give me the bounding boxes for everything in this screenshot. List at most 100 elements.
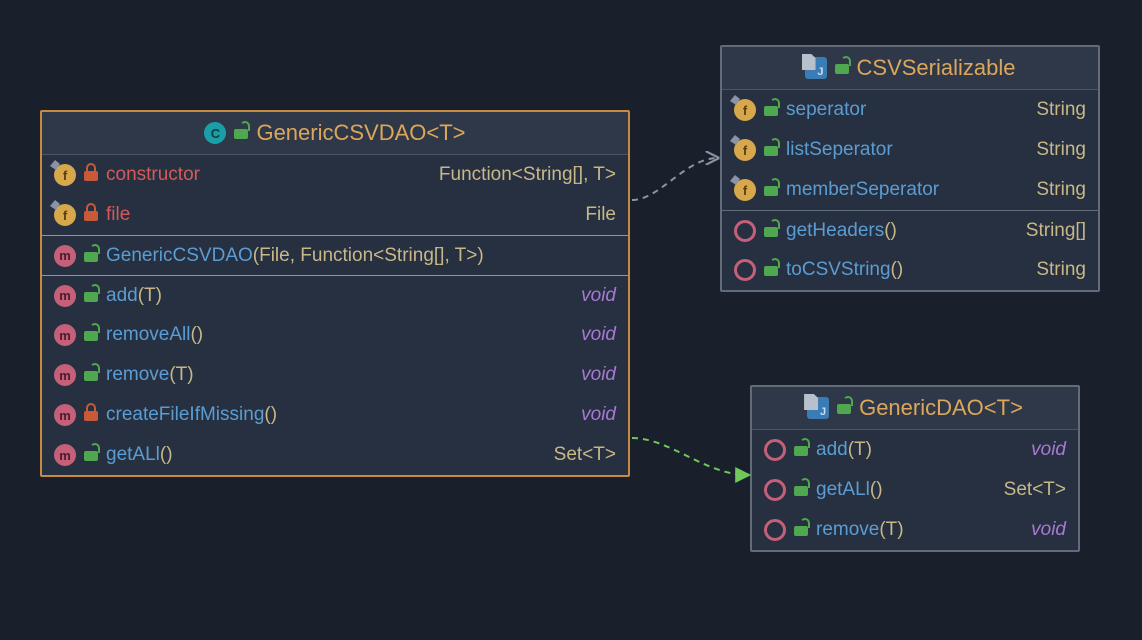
- method-return: void: [581, 364, 616, 386]
- unlock-icon: [764, 184, 778, 196]
- class-generic-csv-dao[interactable]: C GenericCSVDAO<T> f constructor Functio…: [40, 110, 630, 477]
- method-params: (): [160, 444, 173, 465]
- method-params: (T): [879, 519, 903, 540]
- unlock-icon: [764, 264, 778, 276]
- method-name: removeAll: [106, 324, 190, 345]
- method-icon: m: [54, 324, 76, 346]
- method-params: (T): [138, 285, 162, 306]
- method-name: remove: [106, 364, 169, 385]
- method-params: (): [870, 479, 883, 500]
- class-csv-serializable[interactable]: CSVSerializable f seperator String f lis…: [720, 45, 1100, 292]
- class-header: C GenericCSVDAO<T>: [42, 112, 628, 155]
- method-name: remove: [816, 519, 879, 540]
- lock-icon: [84, 209, 98, 221]
- unlock-icon: [764, 104, 778, 116]
- field-type: String: [1036, 99, 1086, 121]
- connector-uses: [630, 150, 725, 210]
- lock-icon: [84, 169, 98, 181]
- method-return: Set<T>: [554, 444, 616, 466]
- class-icon: C: [204, 122, 226, 144]
- method-row: m createFileIfMissing() void: [42, 395, 628, 435]
- method-params: (): [190, 324, 203, 345]
- method-row: getALl() Set<T>: [752, 470, 1078, 510]
- method-row: toCSVString() String: [722, 250, 1098, 290]
- field-icon: f: [734, 179, 756, 201]
- method-params: (): [264, 404, 277, 425]
- method-row: m remove(T) void: [42, 355, 628, 395]
- class-header: CSVSerializable: [722, 47, 1098, 90]
- class-title: CSVSerializable: [857, 55, 1016, 81]
- method-icon: m: [54, 444, 76, 466]
- field-type: Function<String[], T>: [439, 164, 616, 186]
- field-type: String: [1036, 139, 1086, 161]
- field-row: f seperator String: [722, 90, 1098, 130]
- method-params: (T): [848, 439, 872, 460]
- field-name: file: [106, 204, 130, 226]
- class-title: GenericCSVDAO<T>: [256, 120, 465, 146]
- method-row: remove(T) void: [752, 510, 1078, 550]
- unlock-icon: [794, 484, 808, 496]
- unlock-icon: [764, 144, 778, 156]
- method-icon: m: [54, 245, 76, 267]
- field-row: f file File: [42, 195, 628, 235]
- method-icon: [764, 519, 786, 541]
- field-type: String: [1036, 179, 1086, 201]
- method-icon: [734, 259, 756, 281]
- method-return: void: [1031, 439, 1066, 461]
- method-row: add(T) void: [752, 430, 1078, 470]
- method-params: (T): [169, 364, 193, 385]
- field-icon: f: [54, 164, 76, 186]
- field-icon: f: [54, 204, 76, 226]
- lock-icon: [84, 409, 98, 421]
- field-icon: f: [734, 99, 756, 121]
- field-type: File: [585, 204, 616, 226]
- class-generic-dao[interactable]: GenericDAO<T> add(T) void getALl() Set<T…: [750, 385, 1080, 552]
- method-icon: m: [54, 285, 76, 307]
- method-return: void: [581, 285, 616, 307]
- unlock-icon: [794, 524, 808, 536]
- unlock-icon: [84, 369, 98, 381]
- method-row: m add(T) void: [42, 275, 628, 315]
- field-row: f memberSeperator String: [722, 170, 1098, 210]
- unlock-icon: [794, 444, 808, 456]
- method-icon: [734, 220, 756, 242]
- method-return: Set<T>: [1004, 479, 1066, 501]
- method-return: void: [581, 404, 616, 426]
- method-params: (): [884, 220, 897, 241]
- method-icon: [764, 479, 786, 501]
- method-name: toCSVString: [786, 259, 891, 280]
- method-row: m removeAll() void: [42, 315, 628, 355]
- method-name: add: [816, 439, 848, 460]
- unlock-icon: [84, 329, 98, 341]
- method-icon: m: [54, 364, 76, 386]
- field-icon: f: [734, 139, 756, 161]
- method-params: (): [891, 259, 904, 280]
- interface-icon: [805, 57, 827, 79]
- method-icon: [764, 439, 786, 461]
- method-return: String[]: [1026, 220, 1086, 242]
- method-name: getALl: [106, 444, 160, 465]
- field-name: listSeperator: [786, 139, 893, 161]
- method-icon: m: [54, 404, 76, 426]
- method-name: getALl: [816, 479, 870, 500]
- method-name: add: [106, 285, 138, 306]
- method-return: String: [1036, 259, 1086, 281]
- unlock-icon: [84, 290, 98, 302]
- method-name: getHeaders: [786, 220, 884, 241]
- unlock-icon: [84, 449, 98, 461]
- method-row: m getALl() Set<T>: [42, 435, 628, 475]
- constructor-row: m GenericCSVDAO(File, Function<String[],…: [42, 235, 628, 275]
- field-name: constructor: [106, 164, 200, 186]
- unlock-icon: [84, 250, 98, 262]
- field-name: memberSeperator: [786, 179, 939, 201]
- method-name: createFileIfMissing: [106, 404, 264, 425]
- unlock-icon: [837, 402, 851, 414]
- field-row: f constructor Function<String[], T>: [42, 155, 628, 195]
- class-header: GenericDAO<T>: [752, 387, 1078, 430]
- unlock-icon: [835, 62, 849, 74]
- unlock-icon: [764, 225, 778, 237]
- field-row: f listSeperator String: [722, 130, 1098, 170]
- constructor-name: GenericCSVDAO: [106, 245, 253, 266]
- constructor-params: (File, Function<String[], T>): [253, 245, 484, 266]
- method-return: void: [581, 324, 616, 346]
